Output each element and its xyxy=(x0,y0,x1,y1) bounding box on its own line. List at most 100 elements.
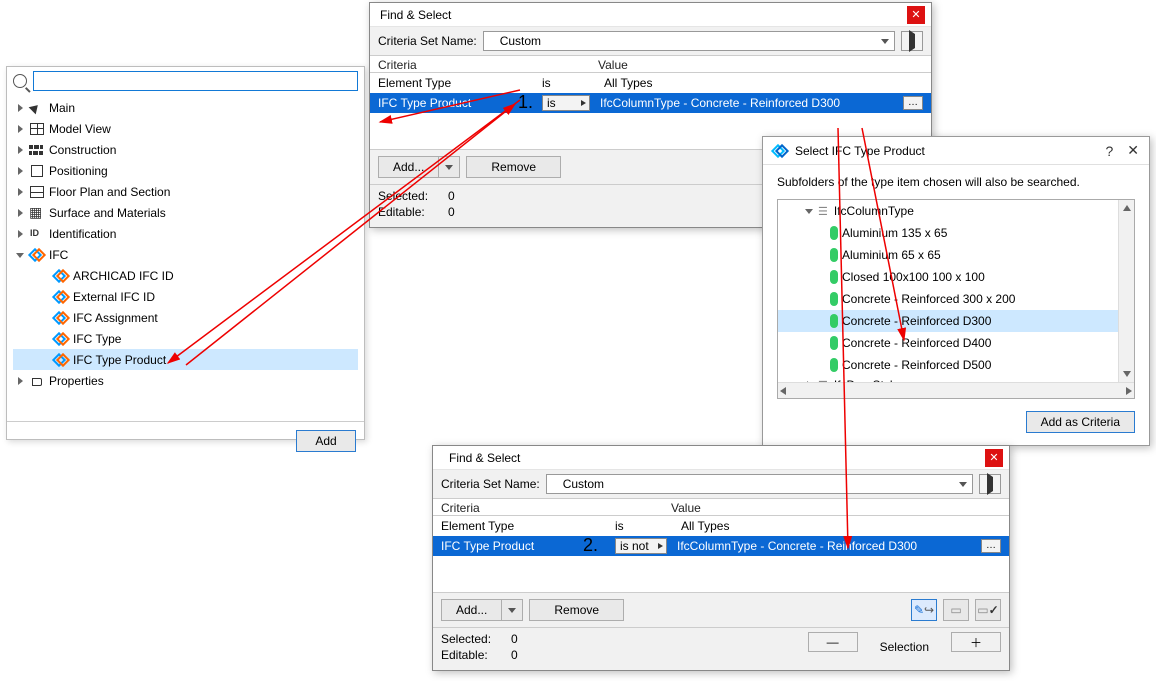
column-icon xyxy=(830,314,838,328)
deselect-button[interactable]: — xyxy=(808,632,858,652)
tree-leaf[interactable]: Aluminium 135 x 65 xyxy=(778,222,1118,244)
check-icon xyxy=(989,603,999,617)
label: Main xyxy=(49,101,75,115)
label: IfcColumnType xyxy=(834,204,914,218)
annotation-number-1: 1. xyxy=(518,92,533,113)
tree-item-ifc-assignment[interactable]: IFC Assignment xyxy=(13,307,358,328)
folder-icon xyxy=(818,204,830,218)
tree-item-floor-plan[interactable]: Floor Plan and Section xyxy=(13,181,358,202)
ifc-icon xyxy=(53,333,69,345)
label: IFC Assignment xyxy=(73,311,158,325)
criteria-value: IfcColumnType - Concrete - Reinforced D3… xyxy=(671,539,977,553)
apply-to-all-button[interactable] xyxy=(975,599,1001,621)
label: Construction xyxy=(49,143,116,157)
label: Properties xyxy=(49,374,104,388)
tree-item-ifc-type-product[interactable]: IFC Type Product xyxy=(13,349,358,370)
column-icon xyxy=(830,292,838,306)
column-icon xyxy=(830,336,838,350)
tree-item-positioning[interactable]: Positioning xyxy=(13,160,358,181)
surface-icon xyxy=(29,207,45,219)
tree-item-construction[interactable]: Construction xyxy=(13,139,358,160)
tree-item-main[interactable]: Main xyxy=(13,97,358,118)
criteria-row-ifc-type-product[interactable]: IFC Type Product is not IfcColumnType - … xyxy=(433,536,1009,556)
tree-item-ifc-type[interactable]: IFC Type xyxy=(13,328,358,349)
value-browse-button[interactable]: … xyxy=(903,96,923,110)
criteria-tree: Main Model View Construction Positioning… xyxy=(7,95,364,421)
criteria-row-element-type[interactable]: Element Type is All Types xyxy=(370,73,931,93)
ifc-icon xyxy=(29,249,45,261)
criteria-set-name-select[interactable]: Custom xyxy=(546,474,973,494)
tree-leaf[interactable]: Concrete - Reinforced D400 xyxy=(778,332,1118,354)
pick-element-button[interactable] xyxy=(911,599,937,621)
criteria-set-menu-button[interactable] xyxy=(979,474,1001,494)
ifc-icon xyxy=(53,270,69,282)
add-criteria-button[interactable]: Add... xyxy=(378,156,460,178)
label: Aluminium 65 x 65 xyxy=(842,248,941,262)
chevron-down-icon xyxy=(958,479,968,489)
close-button[interactable]: ✕ xyxy=(1127,142,1139,159)
add-criteria-button[interactable]: Add... xyxy=(441,599,523,621)
tree-item-archicad-ifc-id[interactable]: ARCHICAD IFC ID xyxy=(13,265,358,286)
label: Closed 100x100 100 x 100 xyxy=(842,270,985,284)
label: Concrete - Reinforced 300 x 200 xyxy=(842,292,1015,306)
tree-item-external-ifc-id[interactable]: External IFC ID xyxy=(13,286,358,307)
criteria-column-header: Criteria xyxy=(378,58,598,72)
close-button[interactable]: ✕ xyxy=(985,449,1003,467)
label: Floor Plan and Section xyxy=(49,185,170,199)
tree-node-ifccolumntype[interactable]: IfcColumnType xyxy=(778,200,1118,222)
tree-item-model-view[interactable]: Model View xyxy=(13,118,358,139)
annotation-number-2: 2. xyxy=(583,535,598,556)
label: External IFC ID xyxy=(73,290,155,304)
add-to-selection-button[interactable]: ＋ xyxy=(951,632,1001,652)
label: Aluminium 135 x 65 xyxy=(842,226,947,240)
criteria-palette: Main Model View Construction Positioning… xyxy=(6,66,365,440)
criteria-name: IFC Type Product xyxy=(378,96,538,110)
operator-select[interactable]: is xyxy=(542,95,590,111)
value-browse-button[interactable]: … xyxy=(981,539,1001,553)
criteria-add-button[interactable]: Add xyxy=(296,430,356,452)
search-input[interactable] xyxy=(33,71,358,91)
dialog-title: Find & Select xyxy=(443,451,520,465)
operator-text: is xyxy=(542,76,594,90)
value-column-header: Value xyxy=(598,58,923,72)
tree-item-identification[interactable]: Identification xyxy=(13,223,358,244)
remove-criteria-button[interactable]: Remove xyxy=(466,156,561,178)
tree-item-surface[interactable]: Surface and Materials xyxy=(13,202,358,223)
pencil-icon xyxy=(914,603,924,617)
label: IFC Type xyxy=(73,332,121,346)
label: Model View xyxy=(49,122,111,136)
criteria-set-name-select[interactable]: Custom xyxy=(483,31,895,51)
close-button[interactable]: ✕ xyxy=(907,6,925,24)
ifc-icon xyxy=(53,312,69,324)
dialog-title: Select IFC Type Product xyxy=(795,144,925,158)
criteria-set-menu-button[interactable] xyxy=(901,31,923,51)
help-button[interactable]: ? xyxy=(1105,143,1113,159)
tree-leaf[interactable]: Concrete - Reinforced D500 xyxy=(778,354,1118,376)
chevron-down-icon xyxy=(507,605,517,615)
editable-label: Editable: xyxy=(378,205,448,219)
tree-item-ifc[interactable]: IFC xyxy=(13,244,358,265)
remove-criteria-button[interactable]: Remove xyxy=(529,599,624,621)
horizontal-scrollbar[interactable] xyxy=(778,382,1134,398)
chevron-down-icon xyxy=(444,162,454,172)
triangle-right-icon xyxy=(909,34,915,48)
criteria-set-name-label: Criteria Set Name: xyxy=(441,477,540,491)
ifc-icon xyxy=(773,144,787,158)
criteria-name: Element Type xyxy=(378,76,538,90)
arrow-icon xyxy=(924,603,934,617)
add-as-criteria-button[interactable]: Add as Criteria xyxy=(1026,411,1135,433)
label: IFC Type Product xyxy=(73,353,166,367)
tree-item-properties[interactable]: Properties xyxy=(13,370,358,391)
criteria-row-element-type[interactable]: Element Type is All Types xyxy=(433,516,1009,536)
criteria-row-ifc-type-product[interactable]: IFC Type Product is IfcColumnType - Conc… xyxy=(370,93,931,113)
grid-icon xyxy=(29,123,45,135)
tree-leaf[interactable]: Closed 100x100 100 x 100 xyxy=(778,266,1118,288)
select-similar-button[interactable] xyxy=(943,599,969,621)
criteria-name: Element Type xyxy=(441,519,611,533)
label: IFC xyxy=(49,248,68,262)
tree-leaf-selected[interactable]: Concrete - Reinforced D300 xyxy=(778,310,1118,332)
tree-leaf[interactable]: Concrete - Reinforced 300 x 200 xyxy=(778,288,1118,310)
tree-leaf[interactable]: Aluminium 65 x 65 xyxy=(778,244,1118,266)
operator-select[interactable]: is not xyxy=(615,538,667,554)
vertical-scrollbar[interactable] xyxy=(1118,200,1134,382)
